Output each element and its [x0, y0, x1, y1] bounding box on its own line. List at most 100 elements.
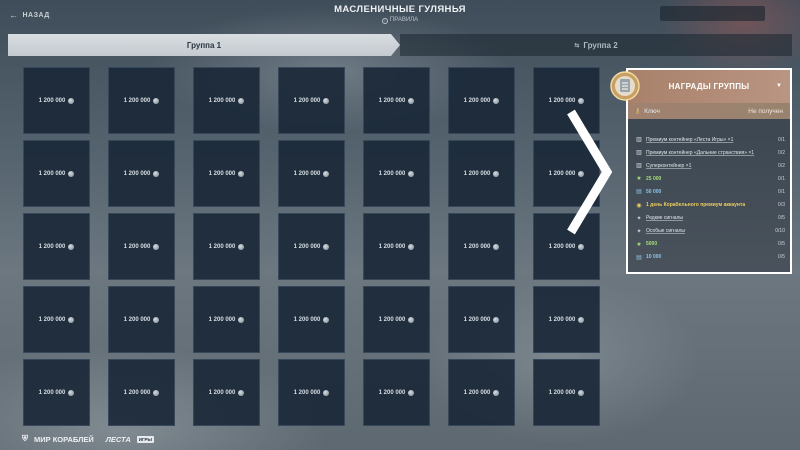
grid-cell[interactable]: 1 200 000 [448, 213, 515, 280]
grid-cell[interactable]: 1 200 000 [193, 213, 260, 280]
grid-cell[interactable]: 1 200 000 [278, 359, 345, 426]
shield-icon: ⛨ [22, 434, 28, 443]
grid-cell-value: 1 200 000 [548, 316, 576, 323]
grid-cell[interactable]: 1 200 000 [23, 140, 90, 207]
reward-grid: 1 200 000 1 200 000 1 200 000 1 200 000 1 20… [23, 67, 600, 426]
grid-cell-value: 1 200 000 [208, 97, 236, 104]
container-icon: ▥ [636, 163, 642, 170]
coin-icon [408, 170, 415, 177]
grid-cell-value: 1 200 000 [123, 316, 151, 323]
grid-cell[interactable]: 1 200 000 [108, 213, 175, 280]
grid-cell-value: 1 200 000 [293, 316, 321, 323]
credits-icon: ▤ [636, 254, 642, 261]
reward-row: ▥ Суперконтейнер ×1 0/2 [628, 159, 790, 172]
grid-cell[interactable]: 1 200 000 [23, 286, 90, 353]
reward-progress: 0/1 [778, 175, 785, 182]
grid-cell[interactable]: 1 200 000 [363, 213, 430, 280]
grid-cell[interactable]: 1 200 000 [278, 286, 345, 353]
grid-cell[interactable]: 1 200 000 [23, 67, 90, 134]
coin-icon [408, 243, 415, 250]
coin-icon [238, 316, 245, 323]
grid-cell-value: 1 200 000 [463, 170, 491, 177]
grid-cell[interactable]: 1 200 000 [533, 286, 600, 353]
reward-row: ✦ Особые сигналы 0/10 [628, 225, 790, 238]
reward-row: ★ 5000 0/5 [628, 238, 790, 251]
reward-progress: 0/5 [778, 241, 785, 248]
reward-row: ▤ 50 000 0/1 [628, 185, 790, 198]
rules-label: ПРАВИЛА [389, 17, 419, 23]
grid-cell[interactable]: 1 200 000 [363, 140, 430, 207]
reward-row: ▥ Премиум контейнер «Леста Игры» ×1 0/1 [628, 133, 790, 146]
coin-icon [493, 316, 500, 323]
grid-cell-value: 1 200 000 [123, 243, 151, 250]
info-icon: i [381, 18, 388, 24]
grid-cell-value: 1 200 000 [38, 170, 66, 177]
grid-cell[interactable]: 1 200 000 [448, 286, 515, 353]
grid-cell[interactable]: 1 200 000 [193, 359, 260, 426]
grid-cell-value: 1 200 000 [208, 170, 236, 177]
reward-progress: 0/1 [778, 136, 785, 143]
grid-cell[interactable]: 1 200 000 [108, 359, 175, 426]
reward-progress: 0/1 [778, 188, 785, 195]
reward-row: ▤ 10 000 0/5 [628, 251, 790, 264]
grid-cell[interactable]: 1 200 000 [363, 359, 430, 426]
grid-cell[interactable]: 1 200 000 [108, 67, 175, 134]
coin-icon [68, 97, 75, 104]
reward-label[interactable]: Особые сигналы [646, 228, 775, 234]
reward-progress: 0/2 [778, 149, 785, 156]
reward-label: 50 000 [646, 188, 662, 195]
container-icon: ▥ [636, 137, 642, 144]
logo-lesta: ЛЕСТА [105, 434, 131, 444]
coin-icon [153, 97, 160, 104]
tab-group-1[interactable]: Группа 1 [8, 34, 400, 56]
reward-progress: 0/2 [778, 162, 785, 169]
lock-icon: ⇆ [574, 42, 580, 49]
grid-cell[interactable]: 1 200 000 [448, 67, 515, 134]
blurred-account-area [660, 6, 765, 21]
grid-cell[interactable]: 1 200 000 [448, 359, 515, 426]
coin-icon [323, 243, 330, 250]
grid-cell-value: 1 200 000 [378, 97, 406, 104]
grid-cell-value: 1 200 000 [208, 316, 236, 323]
coin-icon [153, 170, 160, 177]
grid-cell-value: 1 200 000 [463, 97, 491, 104]
key-status: Не получен [748, 107, 783, 115]
grid-cell[interactable]: 1 200 000 [278, 213, 345, 280]
grid-cell[interactable]: 1 200 000 [533, 359, 600, 426]
grid-cell[interactable]: 1 200 000 [193, 286, 260, 353]
reward-label[interactable]: Суперконтейнер ×1 [646, 163, 778, 169]
grid-cell-value: 1 200 000 [293, 97, 321, 104]
grid-cell[interactable]: 1 200 000 [278, 140, 345, 207]
grid-cell-value: 1 200 000 [38, 389, 66, 396]
grid-cell[interactable]: 1 200 000 [278, 67, 345, 134]
reward-label[interactable]: Премиум контейнер «Дальние странствия» ×… [646, 150, 778, 156]
coin-icon [153, 389, 160, 396]
grid-cell-value: 1 200 000 [208, 243, 236, 250]
grid-cell[interactable]: 1 200 000 [448, 140, 515, 207]
grid-cell[interactable]: 1 200 000 [23, 359, 90, 426]
reward-label[interactable]: Премиум контейнер «Леста Игры» ×1 [646, 137, 778, 143]
credits-icon: ▤ [636, 189, 642, 196]
logo-lesta-badge: ИГРЫ [136, 435, 154, 443]
reward-label: 10 000 [646, 254, 662, 261]
chevron-down-icon[interactable]: ▼ [776, 83, 782, 89]
coin-icon [68, 316, 75, 323]
reward-list: ▥ Премиум контейнер «Леста Игры» ×1 0/1 ▥ Пр… [628, 119, 790, 264]
signal-icon: ✦ [636, 215, 642, 222]
grid-cell[interactable]: 1 200 000 [23, 213, 90, 280]
coin-icon [153, 316, 160, 323]
grid-cell[interactable]: 1 200 000 [193, 67, 260, 134]
reward-label[interactable]: Редкие сигналы [646, 215, 778, 221]
grid-cell[interactable]: 1 200 000 [108, 140, 175, 207]
tab-group-2[interactable]: ⇆ Группа 2 [400, 34, 792, 56]
grid-cell[interactable]: 1 200 000 [108, 286, 175, 353]
coin-icon [68, 170, 75, 177]
rewards-title: НАГРАДЫ ГРУППЫ [668, 82, 750, 91]
grid-cell[interactable]: 1 200 000 [363, 67, 430, 134]
grid-cell[interactable]: 1 200 000 [193, 140, 260, 207]
grid-cell-value: 1 200 000 [463, 243, 491, 250]
group-medal-icon [610, 71, 640, 101]
coin-icon [408, 316, 415, 323]
grid-cell-value: 1 200 000 [548, 389, 576, 396]
grid-cell[interactable]: 1 200 000 [363, 286, 430, 353]
